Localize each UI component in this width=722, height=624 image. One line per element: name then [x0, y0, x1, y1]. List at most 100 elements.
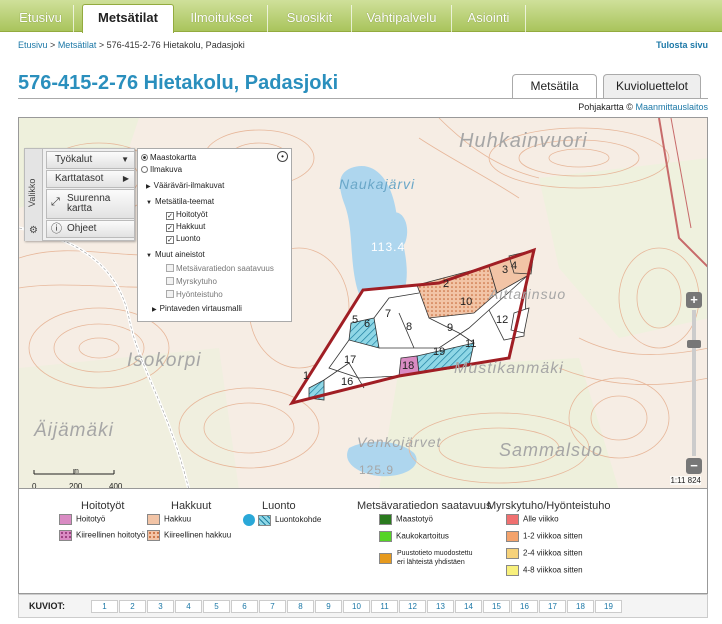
- kuvio-link-4[interactable]: 4: [175, 600, 202, 613]
- parcel-number[interactable]: 6: [364, 318, 370, 330]
- layer-hakkuut[interactable]: ✓ Hakkuut: [166, 222, 205, 232]
- parcel-number[interactable]: 16: [341, 376, 353, 388]
- layer-luonto[interactable]: ✓ Luonto: [166, 234, 200, 244]
- map-attribution: Pohjakartta © Maanmittauslaitos: [578, 102, 708, 112]
- kuvio-link-13[interactable]: 13: [427, 600, 454, 613]
- tab-divider: [18, 98, 708, 99]
- kuvio-link-16[interactable]: 16: [511, 600, 538, 613]
- zoom-controls: + −: [686, 292, 702, 474]
- layer-metsavara[interactable]: Metsävaratiedon saatavuus: [166, 264, 274, 273]
- legend-item: Kaukokartoitus: [379, 531, 449, 542]
- breadcrumb: Etusivu > Metsätilat > 576-415-2-76 Hiet…: [18, 40, 245, 50]
- kuviot-label: KUVIOT:: [29, 601, 65, 611]
- breadcrumb-current: 576-415-2-76 Hietakolu, Padasjoki: [106, 40, 245, 50]
- parcel-number[interactable]: 5: [352, 314, 358, 326]
- main-navigation: Etusivu Metsätilat Ilmoitukset Suosikit …: [0, 0, 722, 33]
- kuvio-link-18[interactable]: 18: [567, 600, 594, 613]
- tab-metsatila[interactable]: Metsätila: [512, 74, 597, 99]
- kuvio-link-14[interactable]: 14: [455, 600, 482, 613]
- map-view[interactable]: Huhkainvuori Naukajärvi Aittarinsuo Isok…: [18, 117, 708, 489]
- menu-toggle[interactable]: Valikko ⚙: [25, 149, 43, 241]
- parcel-number[interactable]: 1: [303, 370, 309, 382]
- zoom-slider-handle[interactable]: [687, 340, 701, 348]
- base-option-ilmakuva[interactable]: Ilmakuva: [141, 165, 182, 174]
- tab-kuvioluettelot[interactable]: Kuvioluettelot: [603, 74, 701, 98]
- layer-myrskytuho[interactable]: Myrskytuho: [166, 277, 217, 286]
- kuvio-link-5[interactable]: 5: [203, 600, 230, 613]
- breadcrumb-etusivu[interactable]: Etusivu: [18, 40, 48, 50]
- legend-item: 2-4 viikkoa sitten: [506, 548, 583, 559]
- kuvio-link-11[interactable]: 11: [371, 600, 398, 613]
- kuvio-link-6[interactable]: 6: [231, 600, 258, 613]
- layer-group-vaaravari[interactable]: ▶ Vääräväri-ilmakuvat: [146, 181, 224, 190]
- map-label: Aittarinsuo: [489, 286, 567, 302]
- zoom-slider[interactable]: [692, 310, 696, 456]
- parcel-number[interactable]: 4: [511, 260, 517, 272]
- layer-panel: • Maastokartta Ilmakuva ▶ Vääräväri-ilmak…: [137, 148, 292, 322]
- nav-tab-vahtipalvelu[interactable]: Vahtipalvelu: [352, 5, 452, 32]
- parcel-number[interactable]: 12: [496, 314, 508, 326]
- close-icon[interactable]: •: [277, 151, 288, 162]
- nav-tab-etusivu[interactable]: Etusivu: [8, 5, 74, 32]
- nav-tab-asiointi[interactable]: Asiointi: [452, 5, 526, 32]
- kuvio-link-2[interactable]: 2: [119, 600, 146, 613]
- map-label: Naukajärvi: [339, 176, 416, 192]
- layer-group-flow[interactable]: ▶ Pintaveden virtausmalli: [152, 304, 242, 313]
- info-icon: ⓘ: [51, 223, 62, 235]
- legend-item: Maastotyö: [379, 514, 433, 525]
- parcel-number[interactable]: 18: [402, 360, 414, 372]
- parcel-number[interactable]: 2: [443, 278, 449, 290]
- kuviot-bar: KUVIOT: 1 2 3 4 5 6 7 8 9 10 11 12 13 14 15 16 17 18 19: [18, 594, 708, 618]
- enlarge-map-button[interactable]: ⤢ Suurenna kartta: [46, 189, 135, 219]
- map-layers-button[interactable]: Karttatasot ▶: [46, 170, 135, 188]
- attribution-link[interactable]: Maanmittauslaitos: [635, 102, 708, 112]
- settings-icon[interactable]: ⚙: [29, 225, 38, 236]
- print-link[interactable]: Tulosta sivu: [656, 40, 708, 50]
- kuvio-link-3[interactable]: 3: [147, 600, 174, 613]
- layer-hoitotyot[interactable]: ✓ Hoitotyöt: [166, 210, 208, 220]
- map-label: Sammalsuo: [499, 440, 604, 460]
- nav-tab-metsatilat[interactable]: Metsätilat: [82, 4, 174, 33]
- tools-button[interactable]: Työkalut ▼: [46, 151, 135, 169]
- chevron-right-icon: ▶: [122, 174, 129, 183]
- kuvio-link-19[interactable]: 19: [595, 600, 622, 613]
- kuvio-link-10[interactable]: 10: [343, 600, 370, 613]
- nav-tab-suosikit[interactable]: Suosikit: [268, 5, 352, 32]
- kuvio-link-9[interactable]: 9: [315, 600, 342, 613]
- layer-group-other[interactable]: ▼ Muut aineistot: [146, 250, 205, 259]
- kuvio-link-7[interactable]: 7: [259, 600, 286, 613]
- parcel-number[interactable]: 17: [344, 354, 356, 366]
- kuvio-link-1[interactable]: 1: [91, 600, 118, 613]
- legend-title-metsavara: Metsävaratiedon saatavuus: [357, 500, 492, 512]
- zoom-out-button[interactable]: −: [686, 458, 702, 474]
- scale-unit: m: [73, 468, 79, 475]
- scale-tick: 0: [32, 482, 37, 489]
- kuvio-link-15[interactable]: 15: [483, 600, 510, 613]
- help-button[interactable]: ⓘ Ohjeet: [46, 220, 135, 238]
- zoom-in-button[interactable]: +: [686, 292, 702, 308]
- layer-group-themes[interactable]: ▼ Metsätila-teemat: [146, 197, 214, 206]
- legend-title-myrsky: Myrskytuho/Hyönteistuho: [487, 500, 611, 512]
- parcel-number[interactable]: 10: [460, 296, 472, 308]
- nav-tab-ilmoitukset[interactable]: Ilmoitukset: [176, 5, 268, 32]
- page-title: 576-415-2-76 Hietakolu, Padasjoki: [18, 72, 339, 94]
- legend-item: Luontokohde: [243, 514, 321, 526]
- kuvio-link-17[interactable]: 17: [539, 600, 566, 613]
- kuvio-link-8[interactable]: 8: [287, 600, 314, 613]
- parcel-number[interactable]: 3: [502, 264, 508, 276]
- legend-title-hakkuut: Hakkuut: [171, 500, 212, 512]
- breadcrumb-separator: >: [50, 40, 56, 50]
- layer-hyonteistuho[interactable]: Hyönteistuho: [166, 290, 223, 299]
- parcel-number[interactable]: 11: [465, 338, 476, 350]
- parcel-number[interactable]: 8: [406, 321, 412, 333]
- breadcrumb-metsatilat[interactable]: Metsätilat: [58, 40, 97, 50]
- scale-tick: 400: [109, 482, 123, 489]
- parcel-number[interactable]: 7: [385, 308, 391, 320]
- parcel-number[interactable]: 19: [433, 346, 445, 358]
- base-option-maastokartta[interactable]: Maastokartta: [141, 153, 196, 162]
- kuvio-link-12[interactable]: 12: [399, 600, 426, 613]
- map-label: Isokorpi: [127, 350, 202, 371]
- parcel-number[interactable]: 9: [447, 322, 453, 334]
- map-label: Mustikanmäki: [454, 360, 564, 377]
- legend-item: Puustotieto muodostettu eri lähteistä yh…: [379, 549, 479, 567]
